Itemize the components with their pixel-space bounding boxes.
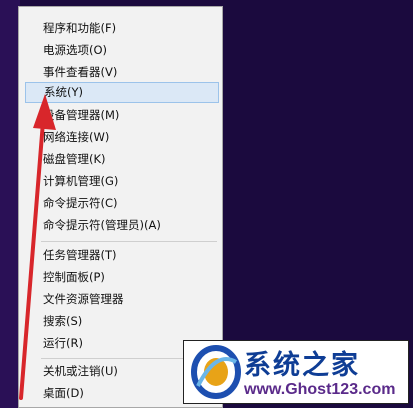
watermark-title: 系统之家	[244, 350, 360, 381]
watermark-logo: 系统之家 www.Ghost123.com	[183, 340, 409, 404]
logo-emblem-icon	[191, 345, 241, 399]
watermark-url: www.Ghost123.com	[244, 381, 396, 398]
